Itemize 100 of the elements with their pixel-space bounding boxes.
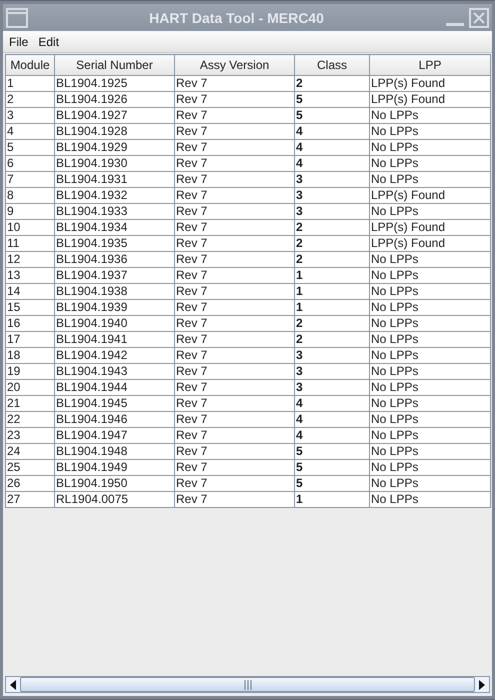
table-cell: 17	[6, 332, 54, 348]
table-cell: No LPPs	[370, 332, 490, 348]
table-cell: BL1904.1926	[54, 92, 174, 108]
table-cell: 15	[6, 300, 54, 316]
table-cell: 4	[294, 396, 370, 412]
menu-item[interactable]: File	[9, 34, 28, 48]
table-cell: Rev 7	[174, 268, 294, 284]
table-cell: BL1904.1946	[54, 412, 174, 428]
table-cell: Rev 7	[174, 396, 294, 412]
table-cell: BL1904.1930	[54, 156, 174, 172]
table-cell: Rev 7	[174, 316, 294, 332]
table-cell: No LPPs	[370, 444, 490, 460]
horizontal-scrollbar[interactable]	[5, 676, 490, 693]
table-cell: BL1904.1941	[54, 332, 174, 348]
table-cell: No LPPs	[370, 380, 490, 396]
table-cell: 23	[6, 428, 54, 444]
table-cell: BL1904.1927	[54, 108, 174, 124]
table-cell: 3	[294, 204, 370, 220]
table-cell: 27	[6, 492, 54, 508]
table-cell: BL1904.1932	[54, 188, 174, 204]
table-cell: 3	[294, 364, 370, 380]
table-cell: Rev 7	[174, 476, 294, 492]
table-cell: 1	[6, 76, 54, 92]
table-cell: 4	[294, 428, 370, 444]
table-cell: 21	[6, 396, 54, 412]
table-cell: 2	[294, 220, 370, 236]
table-cell: 3	[294, 348, 370, 364]
table-cell: BL1904.1945	[54, 396, 174, 412]
table-cell: No LPPs	[370, 492, 490, 508]
menu-item[interactable]: Edit	[38, 34, 60, 48]
table-cell: Rev 7	[174, 428, 294, 444]
table-cell: 10	[6, 220, 54, 236]
column-header[interactable]: Serial Number	[54, 54, 174, 76]
table-cell: 2	[294, 236, 370, 252]
table-cell: No LPPs	[370, 412, 490, 428]
scroll-thumb[interactable]	[20, 677, 475, 692]
table-cell: Rev 7	[174, 188, 294, 204]
table-cell: No LPPs	[370, 284, 490, 300]
table-cell: LPP(s) Found	[370, 76, 490, 92]
table-cell: Rev 7	[174, 76, 294, 92]
table-cell: 2	[294, 316, 370, 332]
table-cell: Rev 7	[174, 460, 294, 476]
table-cell: BL1904.1943	[54, 364, 174, 380]
table-cell: No LPPs	[370, 156, 490, 172]
table-cell: 4	[294, 412, 370, 428]
column-header[interactable]: Class	[294, 54, 370, 76]
table-cell: 20	[6, 380, 54, 396]
table-cell: Rev 7	[174, 492, 294, 508]
close-icon[interactable]	[469, 8, 489, 28]
table-cell: No LPPs	[370, 316, 490, 332]
table-cell: BL1904.1939	[54, 300, 174, 316]
table-cell: Rev 7	[174, 332, 294, 348]
table-cell: No LPPs	[370, 252, 490, 268]
table-cell: 26	[6, 476, 54, 492]
table-cell: Rev 7	[174, 204, 294, 220]
table-cell: Rev 7	[174, 252, 294, 268]
table-cell: 6	[6, 156, 54, 172]
table-cell: Rev 7	[174, 364, 294, 380]
table-cell: 5	[294, 92, 370, 108]
table-cell: Rev 7	[174, 348, 294, 364]
window-icon[interactable]	[6, 8, 28, 28]
table-cell: BL1904.1933	[54, 204, 174, 220]
table-cell: Rev 7	[174, 220, 294, 236]
table-cell: 1	[294, 284, 370, 300]
table-cell: Rev 7	[174, 300, 294, 316]
table-cell: 1	[294, 268, 370, 284]
table-cell: BL1904.1931	[54, 172, 174, 188]
table-cell: 2	[294, 332, 370, 348]
table-cell: 8	[6, 188, 54, 204]
table-cell: 3	[294, 172, 370, 188]
table-cell: BL1904.1934	[54, 220, 174, 236]
column-header[interactable]: LPP	[370, 54, 490, 76]
table-cell: Rev 7	[174, 380, 294, 396]
table-cell: 3	[294, 380, 370, 396]
table-cell: BL1904.1925	[54, 76, 174, 92]
table-cell: No LPPs	[370, 396, 490, 412]
table-cell: No LPPs	[370, 300, 490, 316]
column-header[interactable]: Module	[6, 54, 54, 76]
table-cell: BL1904.1936	[54, 252, 174, 268]
table-cell: Rev 7	[174, 172, 294, 188]
table-cell: No LPPs	[370, 364, 490, 380]
table-cell: No LPPs	[370, 172, 490, 188]
table-cell: 5	[6, 140, 54, 156]
table-cell: Rev 7	[174, 444, 294, 460]
table-cell: 1	[294, 492, 370, 508]
table-cell: BL1904.1940	[54, 316, 174, 332]
table-cell: No LPPs	[370, 108, 490, 124]
table-cell: 5	[294, 476, 370, 492]
table-cell: No LPPs	[370, 348, 490, 364]
table-cell: BL1904.1947	[54, 428, 174, 444]
table-cell: 4	[6, 124, 54, 140]
table-cell: Rev 7	[174, 284, 294, 300]
table-cell: 13	[6, 268, 54, 284]
table-cell: 3	[294, 188, 370, 204]
table-cell: Rev 7	[174, 92, 294, 108]
table-cell: 4	[294, 156, 370, 172]
table-cell: 19	[6, 364, 54, 380]
column-header[interactable]: Assy Version	[174, 54, 294, 76]
table-cell: 4	[294, 140, 370, 156]
table-cell: No LPPs	[370, 476, 490, 492]
